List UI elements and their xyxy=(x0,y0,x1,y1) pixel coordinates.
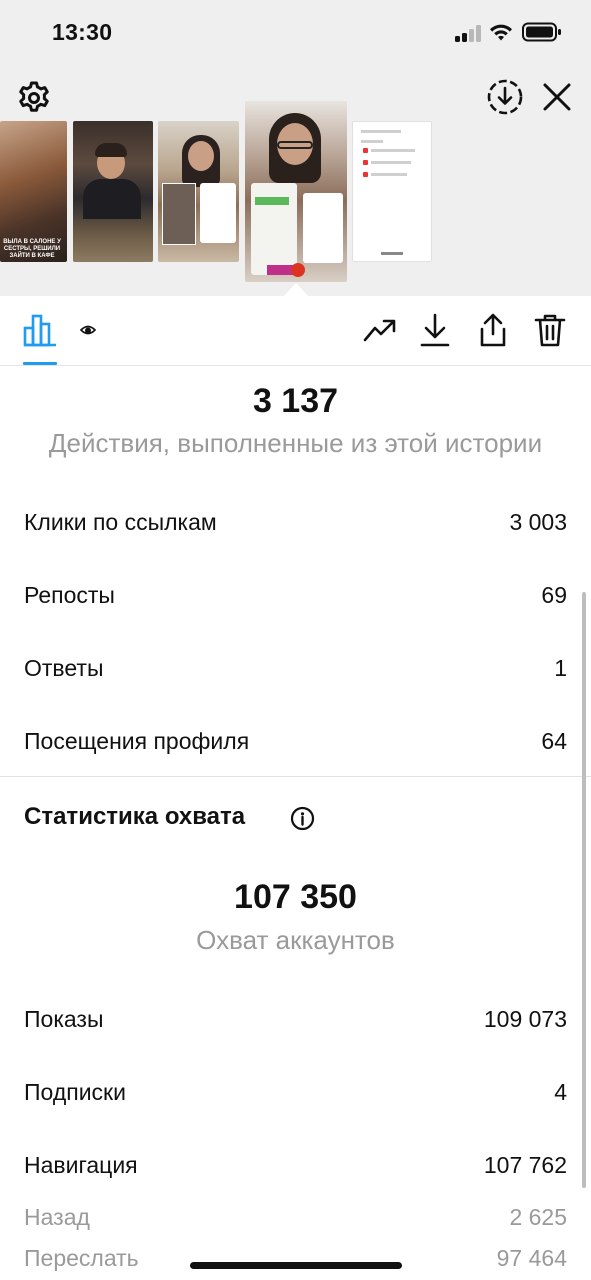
story-thumbnail-5[interactable] xyxy=(352,121,432,262)
wifi-icon xyxy=(490,24,512,41)
story-thumbnail-current[interactable] xyxy=(245,101,347,282)
back-label: Назад xyxy=(24,1204,90,1230)
impressions-label: Показы xyxy=(24,1006,104,1032)
download-button[interactable] xyxy=(415,310,455,350)
forward-label: Переслать xyxy=(24,1245,139,1271)
reach-total-label: Охват аккаунтов xyxy=(196,925,395,955)
trend-icon xyxy=(363,319,396,342)
insights-toolbar xyxy=(0,296,591,366)
save-story-button[interactable] xyxy=(485,77,525,117)
section-divider xyxy=(0,776,591,777)
link-clicks-label: Клики по ссылкам xyxy=(24,509,217,535)
story-thumbnail-3[interactable] xyxy=(158,121,239,262)
navigation-value: 107 762 xyxy=(483,1152,567,1178)
share-button[interactable] xyxy=(473,310,513,350)
share-icon xyxy=(480,313,506,347)
replies-label: Ответы xyxy=(24,655,104,681)
delete-button[interactable] xyxy=(530,310,570,350)
interactions-total: 3 137 xyxy=(252,382,339,420)
tab-insights[interactable] xyxy=(20,310,60,350)
promote-button[interactable] xyxy=(360,310,400,350)
reach-section-title: Статистика охвата xyxy=(24,803,246,830)
close-icon xyxy=(543,83,571,111)
profile-visits-value: 64 xyxy=(541,728,567,754)
story-thumbnail-caption: ВЫЛА В САЛОНЕ У СЕСТРЫ, РЕШИЛИ ЗАЙТИ В К… xyxy=(3,239,61,259)
navigation-label: Навигация xyxy=(24,1152,138,1178)
reach-total: 107 350 xyxy=(234,878,357,916)
interactions-total-label: Действия, выполненные из этой истории xyxy=(48,428,543,458)
back-value: 2 625 xyxy=(509,1204,567,1230)
active-tab-indicator xyxy=(23,362,57,365)
impressions-value: 109 073 xyxy=(483,1006,567,1032)
trash-icon xyxy=(534,314,566,347)
close-button[interactable] xyxy=(537,77,577,117)
story-header: ВЫЛА В САЛОНЕ У СЕСТРЫ, РЕШИЛИ ЗАЙТИ В К… xyxy=(0,64,591,297)
profile-visits-label: Посещения профиля xyxy=(24,728,250,754)
reposts-label: Репосты xyxy=(24,582,115,608)
cellular-signal-icon xyxy=(455,24,483,42)
reposts-value: 69 xyxy=(541,582,567,608)
status-time: 13:30 xyxy=(52,19,113,45)
follows-value: 4 xyxy=(554,1079,567,1105)
link-clicks-value: 3 003 xyxy=(509,509,567,535)
home-indicator[interactable] xyxy=(190,1262,402,1269)
battery-icon xyxy=(522,22,561,42)
current-story-pointer xyxy=(283,283,309,297)
eye-icon xyxy=(80,325,96,335)
scrollbar[interactable] xyxy=(582,592,586,1188)
forward-value: 97 464 xyxy=(496,1245,567,1271)
info-icon[interactable] xyxy=(290,806,315,831)
settings-button[interactable] xyxy=(14,78,54,118)
download-circle-icon xyxy=(487,79,523,115)
tab-viewers[interactable] xyxy=(68,310,108,350)
status-bar: 13:30 xyxy=(0,0,591,64)
bar-chart-icon xyxy=(23,314,56,347)
download-icon xyxy=(420,313,450,347)
replies-value: 1 xyxy=(554,655,567,681)
story-thumbnail-1[interactable]: ВЫЛА В САЛОНЕ У СЕСТРЫ, РЕШИЛИ ЗАЙТИ В К… xyxy=(0,121,67,262)
follows-label: Подписки xyxy=(24,1079,126,1105)
gear-icon xyxy=(19,81,49,112)
story-thumbnail-2[interactable] xyxy=(73,121,153,262)
